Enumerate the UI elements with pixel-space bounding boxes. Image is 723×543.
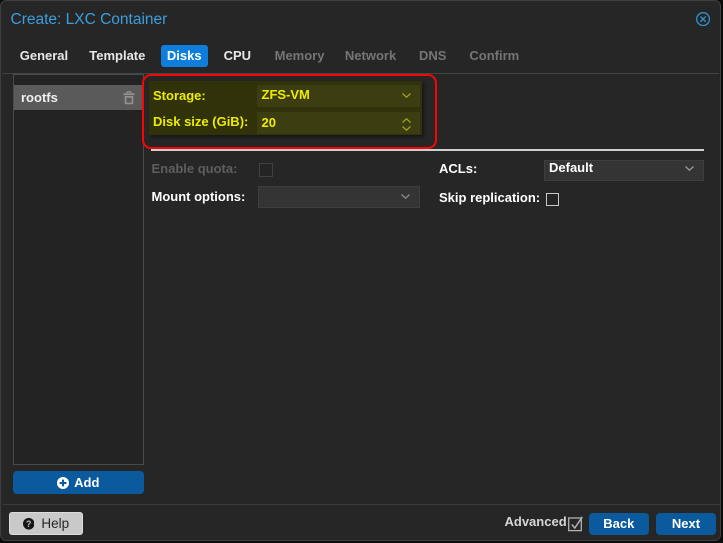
svg-text:?: ? (26, 519, 31, 529)
